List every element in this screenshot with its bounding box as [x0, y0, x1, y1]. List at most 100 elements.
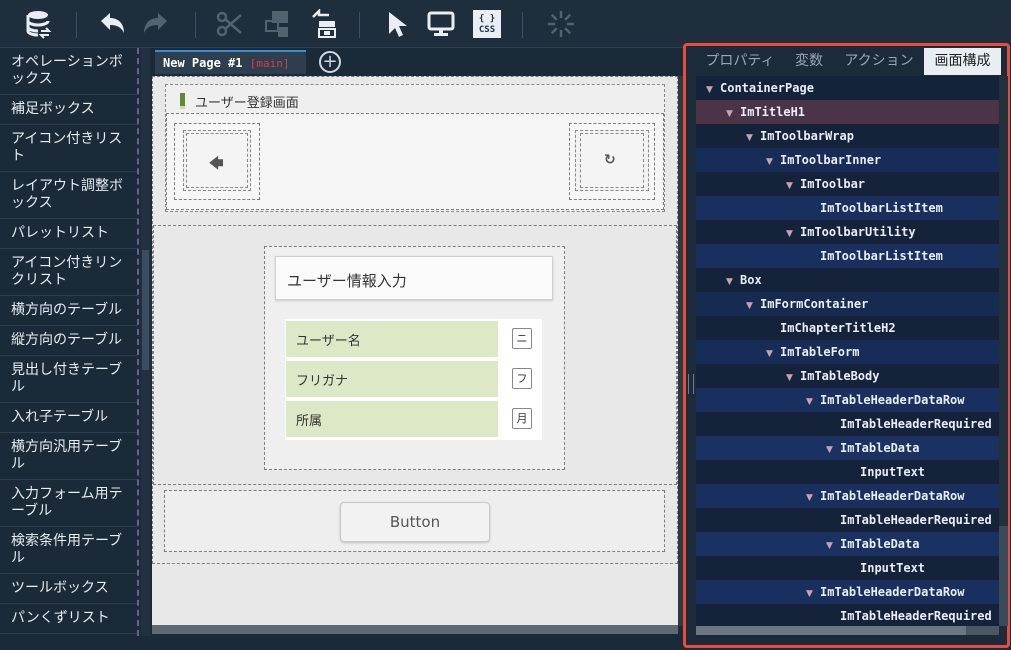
redo-icon[interactable]: [140, 8, 172, 40]
tree-node-label: InputText: [860, 561, 926, 575]
panel-resize-grip[interactable]: [688, 374, 694, 394]
tree-node-label: ImFormContainer: [760, 297, 869, 311]
input-text[interactable]: フ: [512, 368, 532, 389]
expand-toggle-icon[interactable]: ▼: [826, 534, 840, 558]
expand-toggle-icon[interactable]: ▼: [806, 486, 820, 510]
tree-node-label: ImTableHeaderDataRow: [820, 393, 965, 407]
tree-node[interactable]: ImTableHeaderRequired: [696, 412, 999, 436]
palette-scrollbar-thumb[interactable]: [142, 250, 149, 370]
tree-node-label: ImTableData: [840, 537, 920, 551]
toolbar-separator: [359, 12, 360, 38]
expand-toggle-icon[interactable]: ▼: [786, 366, 800, 390]
tree-node[interactable]: ImTableHeaderRequired: [696, 604, 999, 626]
expand-toggle-icon[interactable]: ▼: [766, 150, 780, 174]
tree-node[interactable]: ▼ ImTableBody: [696, 364, 999, 388]
add-tab-button[interactable]: +: [319, 51, 341, 73]
tree-node[interactable]: ImTableHeaderRequired: [696, 508, 999, 532]
expand-toggle-icon[interactable]: ▼: [826, 438, 840, 462]
tree-node[interactable]: ImToolbarListItem: [696, 196, 999, 220]
tab-properties[interactable]: プロパティ: [696, 48, 784, 75]
tree-node[interactable]: ▼ ImTableData: [696, 532, 999, 556]
palette-item[interactable]: レイアウト調整ボックス: [0, 172, 138, 219]
tree-node[interactable]: ImToolbarListItem: [696, 244, 999, 268]
tab-new-page[interactable]: New Page #1 [main]: [155, 50, 306, 74]
tree-node[interactable]: ▼ ImToolbar: [696, 172, 999, 196]
cut-icon[interactable]: [214, 8, 246, 40]
tree-node-label: ImTableData: [840, 441, 920, 455]
tree-node[interactable]: ▼ ContainerPage: [696, 76, 999, 100]
right-panel-tabs: プロパティ 変数 アクション 画面構成: [696, 48, 1001, 75]
database-sync-icon[interactable]: [24, 8, 56, 40]
tree-node[interactable]: ▼ ImTableData: [696, 436, 999, 460]
tree-node[interactable]: ▼ ImToolbarInner: [696, 148, 999, 172]
table-row: フリガナフ: [286, 361, 542, 399]
tab-variables[interactable]: 変数: [784, 48, 834, 75]
expand-toggle-icon[interactable]: ▼: [706, 78, 720, 102]
undo-icon[interactable]: [96, 8, 128, 40]
tree-node[interactable]: ▼ ImToolbarWrap: [696, 124, 999, 148]
page-title: ユーザー登録画面: [195, 96, 299, 111]
main-toolbar: { } CSS: [0, 0, 1011, 48]
palette-item[interactable]: 入力フォーム用テーブル: [0, 480, 138, 527]
css-braces: { }: [478, 14, 496, 24]
palette-item[interactable]: アイコン付きリスト: [0, 125, 138, 172]
tree-node[interactable]: InputText: [696, 556, 999, 580]
palette-item[interactable]: 横方向汎用テーブル: [0, 433, 138, 480]
tree-node-label: ContainerPage: [720, 81, 814, 95]
tree-horizontal-thumb[interactable]: [696, 626, 966, 635]
canvas-horizontal-scrollbar[interactable]: [152, 625, 678, 634]
loading-spinner-icon[interactable]: [545, 8, 577, 40]
input-text[interactable]: 月: [512, 408, 532, 429]
copy-component-icon[interactable]: [261, 8, 293, 40]
tab-screen-structure[interactable]: 画面構成: [924, 48, 1001, 75]
palette-item[interactable]: パレットリスト: [0, 219, 138, 249]
tree-node-label: ImTableHeaderRequired: [840, 609, 992, 623]
expand-toggle-icon[interactable]: ▼: [766, 342, 780, 366]
palette-item[interactable]: アイコン付きリンクリスト: [0, 249, 138, 296]
tree-node[interactable]: ▼ ImTableForm: [696, 340, 999, 364]
tree-node[interactable]: InputText: [696, 460, 999, 484]
palette-item[interactable]: オペレーションボックス: [0, 48, 138, 95]
palette-item[interactable]: ツールボックス: [0, 574, 138, 604]
palette-item[interactable]: パンくずリスト: [0, 604, 138, 634]
palette-item[interactable]: 入れ子テーブル: [0, 403, 138, 433]
expand-toggle-icon[interactable]: ▼: [746, 294, 760, 318]
expand-toggle-icon[interactable]: ▼: [786, 174, 800, 198]
button[interactable]: Button: [340, 502, 490, 542]
preview-monitor-icon[interactable]: [425, 8, 457, 40]
expand-toggle-icon[interactable]: ▼: [786, 222, 800, 246]
tree-node-label: ImToolbarUtility: [800, 225, 916, 239]
tree-node[interactable]: ▼ ImTableHeaderDataRow: [696, 580, 999, 604]
plus-icon: +: [322, 51, 338, 72]
paste-component-icon[interactable]: [308, 8, 340, 40]
table-header-required: ユーザー名: [286, 321, 498, 357]
tab-actions[interactable]: アクション: [834, 48, 924, 75]
palette-item[interactable]: 補足ボックス: [0, 95, 138, 125]
tree-node[interactable]: ▼ ImFormContainer: [696, 292, 999, 316]
tree-scrollbar-thumb[interactable]: [999, 76, 1008, 526]
tree-node[interactable]: ▼ ImTableHeaderDataRow: [696, 388, 999, 412]
tree-node-label: ImTableHeaderDataRow: [820, 489, 965, 503]
expand-toggle-icon[interactable]: ▼: [806, 582, 820, 606]
input-text[interactable]: ニ: [512, 328, 532, 349]
palette-item[interactable]: 縦方向のテーブル: [0, 326, 138, 356]
select-pointer-icon[interactable]: [380, 8, 412, 40]
component-palette: オペレーションボックス 補足ボックス アイコン付きリスト レイアウト調整ボックス パレッ…: [0, 48, 138, 636]
tree-node[interactable]: ▼ ImTableHeaderDataRow: [696, 484, 999, 508]
expand-toggle-icon[interactable]: ▼: [726, 270, 740, 294]
chapter-title-h2: ユーザー情報入力: [275, 256, 553, 300]
css-icon[interactable]: { } CSS: [471, 8, 503, 40]
palette-item[interactable]: 検索条件用テーブル: [0, 527, 138, 574]
expand-toggle-icon[interactable]: ▼: [806, 390, 820, 414]
palette-item[interactable]: 横方向のテーブル: [0, 296, 138, 326]
tree-node[interactable]: ImChapterTitleH2: [696, 316, 999, 340]
tree-node-label: InputText: [860, 465, 926, 479]
expand-toggle-icon[interactable]: ▼: [746, 126, 760, 150]
tree-node-label: ImToolbarInner: [780, 153, 882, 167]
expand-toggle-icon[interactable]: ▼: [726, 102, 740, 126]
palette-item[interactable]: 見出し付きテーブル: [0, 356, 138, 403]
tree-node[interactable]: ▼ Box: [696, 268, 999, 292]
tree-node[interactable]: ▼ ImToolbarUtility: [696, 220, 999, 244]
tree-node[interactable]: ▼ ImTitleH1: [696, 100, 999, 124]
status-bar: [0, 636, 683, 650]
